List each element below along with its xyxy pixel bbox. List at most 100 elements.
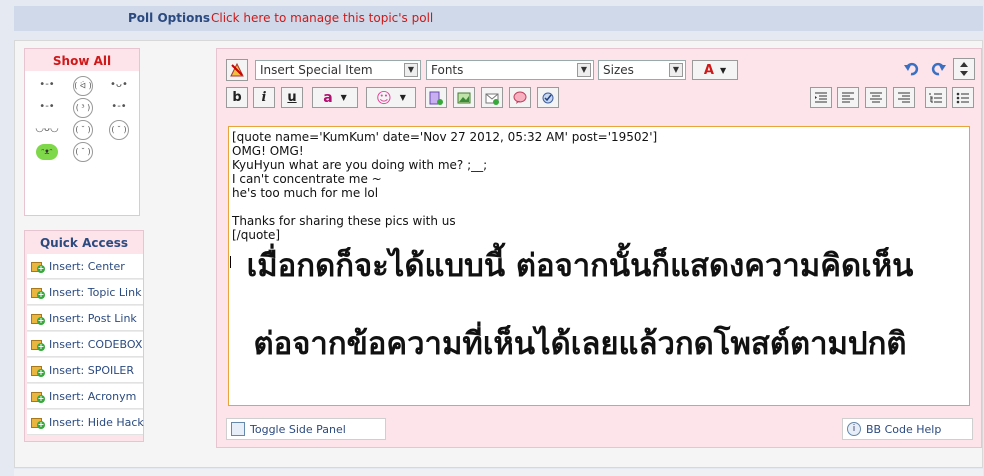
smiley-icon: ☺ <box>376 88 392 107</box>
insert-plus-icon: + <box>31 337 45 351</box>
spellcheck-button[interactable] <box>537 87 559 108</box>
undo-button[interactable] <box>902 59 922 79</box>
insert-plus-icon: + <box>31 389 45 403</box>
sizes-select-value: Sizes <box>603 63 634 77</box>
fonts-select-value: Fonts <box>431 63 464 77</box>
link-icon <box>429 91 443 105</box>
bullet-list-icon <box>956 92 969 103</box>
fonts-select[interactable]: Fonts ▼ <box>426 60 594 80</box>
redo-icon <box>931 62 946 76</box>
insert-plus-icon: + <box>31 363 45 377</box>
manage-poll-link[interactable]: Click here to manage this topic's poll <box>211 11 433 25</box>
poll-options-bar: Poll Options Click here to manage this t… <box>14 6 983 31</box>
numbered-list-icon <box>929 92 942 103</box>
underline-glyph: u <box>287 90 297 105</box>
insert-special-item-value: Insert Special Item <box>260 63 373 77</box>
align-center-icon <box>870 92 882 102</box>
textarea-line <box>232 200 966 214</box>
insert-plus-icon: + <box>31 285 45 299</box>
emoticon-panel: Show All •-• ( ᐛ ) •ᴗ• •-• ( ³ ) •-• ◡ᴗ◡… <box>24 48 140 216</box>
align-left-button[interactable] <box>837 87 859 108</box>
emoticon-icon[interactable]: •-• <box>31 75 63 97</box>
sizes-select[interactable]: Sizes ▼ <box>598 60 686 80</box>
dropdown-arrow-icon: ▼ <box>669 63 683 77</box>
insert-link-button[interactable] <box>425 87 447 108</box>
insert-image-button[interactable] <box>453 87 475 108</box>
help-icon: i <box>847 422 861 436</box>
toggle-side-panel-label: Toggle Side Panel <box>250 422 346 436</box>
bb-code-help-label: BB Code Help <box>866 422 942 436</box>
text-color-button[interactable]: a ▼ <box>312 87 358 108</box>
quick-access-item[interactable]: + Insert: SPOILER <box>27 358 143 383</box>
insert-quote-button[interactable] <box>509 87 531 108</box>
align-center-button[interactable] <box>865 87 887 108</box>
align-left-icon <box>842 92 854 102</box>
resize-editor-button[interactable] <box>953 58 975 80</box>
thai-caption-line-2: ต่อจากข้อความที่เห็นได้เลยแล้วกดโพสต์ตาม… <box>253 326 907 362</box>
bullet-list-button[interactable] <box>952 87 974 108</box>
insert-special-item-select[interactable]: Insert Special Item ▼ <box>255 60 421 80</box>
quick-access-item-label: Insert: CODEBOX <box>49 337 143 351</box>
quick-access-panel: Quick Access + Insert: Center + Insert: To… <box>24 230 144 442</box>
insert-plus-icon: + <box>31 259 45 273</box>
dropdown-arrow-icon: ▼ <box>404 63 418 77</box>
font-color-glyph: A <box>703 62 714 78</box>
poll-options-label: Poll Options <box>128 11 211 25</box>
quick-access-item[interactable]: + Insert: Acronym <box>27 384 143 409</box>
quick-access-item[interactable]: + Insert: CODEBOX <box>27 332 143 357</box>
quick-access-item[interactable]: + Insert: Post Link <box>27 306 143 331</box>
text-color-glyph: a <box>323 89 333 106</box>
emoticon-icon[interactable]: ( ᐛ ) <box>73 76 93 96</box>
textarea-line: [quote name='KumKum' date='Nov 27 2012, … <box>232 130 658 144</box>
emoticon-icon[interactable]: ◡ᴗ◡ <box>31 119 63 141</box>
quick-access-title: Quick Access <box>39 236 129 250</box>
bold-glyph: b <box>232 90 242 105</box>
textarea-line: I can't concentrate me ~ <box>232 172 382 186</box>
quick-access-item-label: Insert: SPOILER <box>49 363 134 377</box>
emoticon-icon[interactable]: •-• <box>103 97 135 119</box>
underline-button[interactable]: u <box>281 87 303 108</box>
email-icon <box>485 93 499 105</box>
quick-access-item[interactable]: + Insert: Topic Link <box>27 280 143 305</box>
textarea-line: he's too much for me lol <box>232 186 379 200</box>
indent-button[interactable] <box>810 87 832 108</box>
italic-button[interactable]: i <box>253 87 275 108</box>
bold-button[interactable]: b <box>226 87 248 108</box>
undo-icon <box>904 62 919 76</box>
quick-access-item-label: Insert: Topic Link <box>49 285 142 299</box>
quick-access-item[interactable]: + Insert: Center <box>27 254 143 279</box>
toggle-side-panel-button[interactable]: Toggle Side Panel <box>226 418 386 440</box>
emoticon-icon[interactable]: ᵔᴥᵔ <box>36 144 58 160</box>
dropdown-arrow-icon: ▼ <box>340 93 347 102</box>
dropdown-arrow-icon: ▼ <box>719 65 727 75</box>
remove-format-icon <box>230 62 244 77</box>
image-icon <box>457 92 471 103</box>
bb-code-help-button[interactable]: i BB Code Help <box>842 418 973 440</box>
emoticon-icon[interactable]: ( ˘ ) <box>73 120 93 140</box>
textarea-line: OMG! OMG! <box>232 144 304 158</box>
emoticon-icon[interactable]: •ᴗ• <box>103 75 135 97</box>
italic-glyph: i <box>261 90 267 105</box>
remove-format-button[interactable] <box>226 59 248 81</box>
align-right-icon <box>898 92 910 102</box>
dropdown-arrow-icon: ▼ <box>577 63 591 77</box>
emoticon-button[interactable]: ☺ ▼ <box>366 87 416 108</box>
align-right-button[interactable] <box>893 87 915 108</box>
emoticon-icon[interactable]: ( ˘ ) <box>109 120 129 140</box>
emoticon-icon[interactable]: ( ³ ) <box>73 98 93 118</box>
emoticon-icon[interactable]: ( ˘ ) <box>73 142 93 162</box>
font-color-button[interactable]: A ▼ <box>692 60 738 80</box>
show-all-emoticons-link[interactable]: Show All <box>25 49 139 71</box>
resize-arrows-icon <box>960 62 968 76</box>
indent-icon <box>815 92 827 102</box>
emoticon-icon[interactable]: •-• <box>31 97 63 119</box>
numbered-list-button[interactable] <box>925 87 947 108</box>
insert-email-button[interactable] <box>481 87 503 108</box>
quote-bubble-icon <box>513 91 527 104</box>
insert-plus-icon: + <box>31 311 45 325</box>
quick-access-item[interactable]: + Insert: Hide Hack <box>27 410 144 435</box>
emoticon-grid: •-• ( ᐛ ) •ᴗ• •-• ( ³ ) •-• ◡ᴗ◡ ( ˘ ) ( … <box>25 71 139 167</box>
redo-button[interactable] <box>928 59 948 79</box>
spellcheck-icon <box>542 92 554 103</box>
dropdown-arrow-icon: ▼ <box>399 93 406 102</box>
